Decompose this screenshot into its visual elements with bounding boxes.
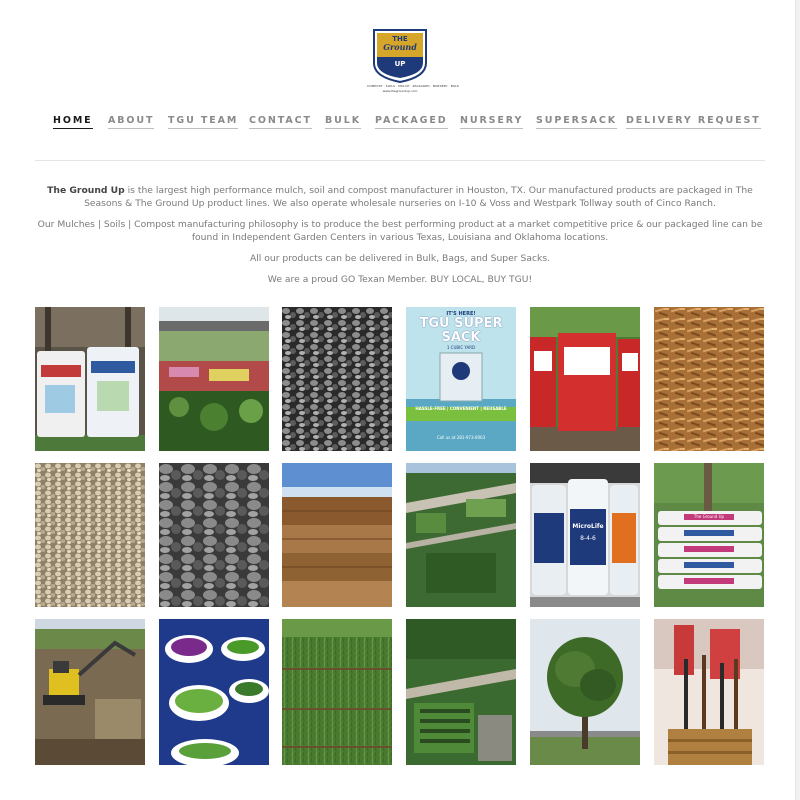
- supersack-cubic-yard: 1 CUBIC YARD: [446, 345, 476, 350]
- logo-line3: UP: [395, 60, 406, 68]
- garden-tools-photo-icon: [654, 619, 764, 765]
- intro-paragraph-3: All our products can be delivered in Bul…: [249, 253, 551, 264]
- nav-delivery-request[interactable]: DELIVERY REQUEST: [626, 114, 761, 129]
- aerial-nursery-photo-icon: [406, 463, 516, 607]
- wood-mulch-photo-icon: [654, 307, 764, 451]
- nursery-plants-photo-icon: [159, 307, 269, 451]
- gallery-tile[interactable]: [159, 463, 269, 607]
- gallery-tile[interactable]: [159, 307, 269, 451]
- nav-nursery[interactable]: NURSERY: [460, 114, 524, 129]
- bagged-soil-photo-icon: [35, 307, 145, 451]
- logo-line2: Ground: [383, 42, 417, 52]
- bag-stack-photo-icon: [654, 463, 764, 607]
- header-divider: [35, 160, 765, 161]
- gallery-tile[interactable]: [406, 463, 516, 607]
- gallery-tile[interactable]: [654, 619, 764, 765]
- gallery-tile[interactable]: [282, 307, 392, 451]
- gallery-tile[interactable]: [530, 619, 640, 765]
- pea-gravel-photo-icon: [35, 463, 145, 607]
- nav-packaged[interactable]: PACKAGED: [375, 114, 448, 129]
- sod-grass-photo-icon: [282, 619, 392, 765]
- vegetable-bowls-photo-icon: [159, 619, 269, 765]
- gallery-tile[interactable]: MicroLife 8-4-6: [530, 463, 640, 607]
- brand-tagline: COMPOST · SOILS · MULCH · PACKAGED · NUR…: [367, 84, 459, 88]
- brand-logo[interactable]: THE Ground UP COMPOST · SOILS · MULCH · …: [367, 27, 459, 97]
- intro-paragraph-2: Our Mulches | Soils | Compost manufactur…: [37, 219, 763, 243]
- red-bags-photo-icon: [530, 307, 640, 451]
- intro-section: The Ground Up is the largest high perfor…: [34, 184, 766, 294]
- nav-about[interactable]: ABOUT: [108, 114, 155, 129]
- main-nav: HOME ABOUT TGU TEAM CONTACT BULK PACKAGE…: [0, 114, 800, 130]
- intro-paragraph-4: We are a proud GO Texan Member. BUY LOCA…: [267, 274, 533, 285]
- supersack-call: Call us at 281-973-0003: [436, 435, 486, 440]
- microlife-label: MicroLife: [572, 523, 604, 530]
- nav-supersack[interactable]: SUPERSACK: [536, 114, 617, 129]
- oak-tree-photo-icon: [530, 619, 640, 765]
- intro-p1-text: is the largest high performance mulch, s…: [84, 185, 753, 209]
- brand-url: www.thegroundup.com: [382, 89, 418, 93]
- nursery-aerial-2-photo-icon: [406, 619, 516, 765]
- gallery-tile[interactable]: [282, 463, 392, 607]
- company-name: The Ground Up: [47, 185, 125, 196]
- microlife-npk: 8-4-6: [580, 535, 596, 542]
- nav-home[interactable]: HOME: [53, 114, 93, 129]
- nav-contact[interactable]: CONTACT: [249, 114, 312, 129]
- shield-logo-icon: THE Ground UP: [373, 29, 427, 84]
- supersack-title: TGU SUPER SACK: [419, 316, 503, 345]
- intro-paragraph-1: The Ground Up is the largest high perfor…: [34, 184, 766, 210]
- pine-straw-bales-photo-icon: [282, 463, 392, 607]
- black-gravel-photo-icon: [282, 307, 392, 451]
- gallery-tile[interactable]: [35, 463, 145, 607]
- nav-tgu-team[interactable]: TGU TEAM: [168, 114, 239, 129]
- supersack-flyer[interactable]: IT'S HERE! TGU SUPER SACK 1 CUBIC YARD H…: [406, 307, 516, 451]
- gallery-tile[interactable]: [530, 307, 640, 451]
- gallery-tile[interactable]: The Ground Up: [654, 463, 764, 607]
- excavator-photo-icon: [35, 619, 145, 765]
- gallery-tile[interactable]: [654, 307, 764, 451]
- product-gallery: IT'S HERE! TGU SUPER SACK 1 CUBIC YARD H…: [35, 307, 765, 765]
- gallery-tile[interactable]: [35, 619, 145, 765]
- supersack-tagline: HASSLE-FREE | CONVENIENT | REUSABLE: [415, 406, 507, 411]
- gallery-tile[interactable]: [282, 619, 392, 765]
- bag-label: The Ground Up: [693, 514, 725, 519]
- nav-bulk[interactable]: BULK: [325, 114, 361, 129]
- river-rock-photo-icon: [159, 463, 269, 607]
- gallery-tile[interactable]: [159, 619, 269, 765]
- gallery-tile[interactable]: [35, 307, 145, 451]
- gallery-tile[interactable]: [406, 619, 516, 765]
